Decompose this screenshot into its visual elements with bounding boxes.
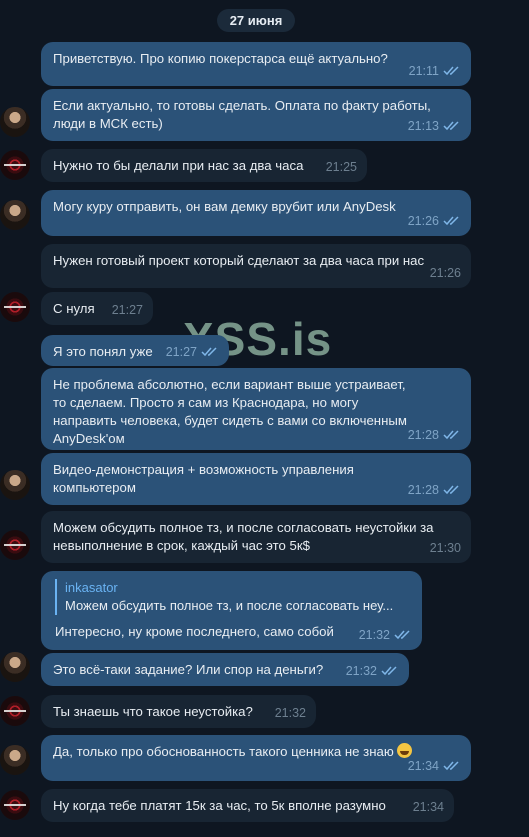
message-meta: 21:25 (326, 158, 357, 176)
double-check-icon (443, 485, 459, 495)
double-check-icon (443, 761, 459, 771)
message-bubble[interactable]: Если актуально, то готовы сделать. Оплат… (41, 89, 471, 141)
avatar[interactable] (0, 200, 30, 230)
message-text: Ну когда тебе платят 15к за час, то 5к в… (53, 798, 386, 813)
message-text: Если актуально, то готовы сделать. Оплат… (53, 98, 431, 131)
message-text: Не проблема абсолютно, если вариант выше… (53, 377, 407, 446)
reply-quote[interactable]: inkasator Можем обсудить полное тз, и по… (55, 579, 410, 615)
message-time: 21:32 (274, 706, 306, 720)
message-bubble[interactable]: Ну когда тебе платят 15к за час, то 5к в… (41, 789, 454, 822)
message-time: 21:27 (111, 303, 143, 317)
message-time: 21:34 (412, 800, 444, 814)
double-check-icon (201, 347, 217, 357)
message-bubble[interactable]: Не проблема абсолютно, если вариант выше… (41, 368, 471, 450)
message-meta: 21:28 (408, 481, 461, 499)
message-time: 21:11 (408, 64, 439, 78)
message-bubble[interactable]: Видео-демонстрация + возможность управле… (41, 453, 471, 505)
message-meta: 21:32 (359, 626, 412, 644)
message-text: Могу куру отправить, он вам демку врубит… (53, 199, 396, 214)
message-meta: 21:34 (408, 757, 461, 775)
message-text: Приветствую. Про копию покерстарса ещё а… (53, 51, 388, 66)
message-time: 21:28 (407, 428, 439, 442)
message-bubble[interactable]: С нуля 21:27 (41, 292, 153, 325)
avatar[interactable] (0, 652, 30, 682)
double-check-icon (443, 66, 459, 76)
smile-emoji-icon (397, 743, 413, 758)
message-bubble[interactable]: Ты знаешь что такое неустойка? 21:32 (41, 695, 316, 728)
avatar[interactable] (0, 107, 30, 137)
message-bubble[interactable]: Это всё-таки задание? Или спор на деньги… (41, 653, 409, 686)
message-meta: 21:34 (413, 798, 444, 816)
message-time: 21:26 (407, 214, 439, 228)
message-time: 21:32 (358, 628, 390, 642)
double-check-icon (443, 216, 459, 226)
message-text: Нужен готовый проект который сделают за … (53, 253, 425, 268)
message-bubble[interactable]: Можем обсудить полное тз, и после соглас… (41, 511, 471, 563)
message-meta: 21:30 (430, 539, 461, 557)
reply-text: Можем обсудить полное тз, и после соглас… (65, 598, 394, 613)
message-text-content: Да, только про обоснованность такого цен… (53, 744, 394, 759)
chat-area[interactable]: 27 июня Приветствую. Про копию покерстар… (0, 0, 529, 837)
message-time: 21:34 (407, 759, 439, 773)
avatar[interactable] (0, 790, 30, 820)
message-time: 21:26 (429, 266, 461, 280)
message-time: 21:30 (429, 541, 461, 555)
message-meta: 21:32 (346, 662, 399, 680)
message-meta: 21:32 (275, 704, 306, 722)
message-text: Да, только про обоснованность такого цен… (53, 743, 459, 761)
message-meta: 21:26 (408, 212, 461, 230)
message-meta: 21:13 (408, 117, 461, 135)
double-check-icon (443, 430, 459, 440)
avatar[interactable] (0, 470, 30, 500)
avatar[interactable] (0, 696, 30, 726)
message-bubble[interactable]: inkasator Можем обсудить полное тз, и по… (41, 571, 422, 650)
message-bubble[interactable]: Нужно то бы делали при нас за два часа 2… (41, 149, 367, 182)
avatar[interactable] (0, 150, 30, 180)
avatar[interactable] (0, 292, 30, 322)
message-meta: 21:26 (430, 264, 461, 282)
avatar[interactable] (0, 530, 30, 560)
message-text: Интересно, ну кроме последнего, само соб… (55, 624, 334, 639)
message-time: 21:13 (407, 119, 439, 133)
message-bubble[interactable]: Могу куру отправить, он вам демку врубит… (41, 190, 471, 236)
reply-author: inkasator (65, 580, 118, 595)
message-text: Нужно то бы делали при нас за два часа (53, 158, 304, 173)
message-text: Видео-демонстрация + возможность управле… (53, 462, 354, 495)
message-bubble[interactable]: Нужен готовый проект который сделают за … (41, 244, 471, 288)
message-meta: 21:11 (409, 62, 461, 80)
message-text: Ты знаешь что такое неустойка? (53, 704, 253, 719)
message-time: 21:28 (407, 483, 439, 497)
double-check-icon (394, 630, 410, 640)
double-check-icon (381, 666, 397, 676)
message-text: Можем обсудить полное тз, и после соглас… (53, 520, 434, 553)
message-time: 21:27 (165, 345, 197, 359)
avatar[interactable] (0, 745, 30, 775)
message-bubble[interactable]: Приветствую. Про копию покерстарса ещё а… (41, 42, 471, 86)
message-bubble[interactable]: Я это понял уже 21:27 (41, 335, 229, 366)
double-check-icon (443, 121, 459, 131)
date-divider: 27 июня (217, 9, 295, 32)
message-time: 21:25 (325, 160, 357, 174)
message-meta: 21:27 (112, 301, 143, 319)
message-meta: 21:27 (166, 343, 219, 361)
message-bubble[interactable]: Да, только про обоснованность такого цен… (41, 735, 471, 781)
message-meta: 21:28 (408, 426, 461, 444)
message-time: 21:32 (345, 664, 377, 678)
